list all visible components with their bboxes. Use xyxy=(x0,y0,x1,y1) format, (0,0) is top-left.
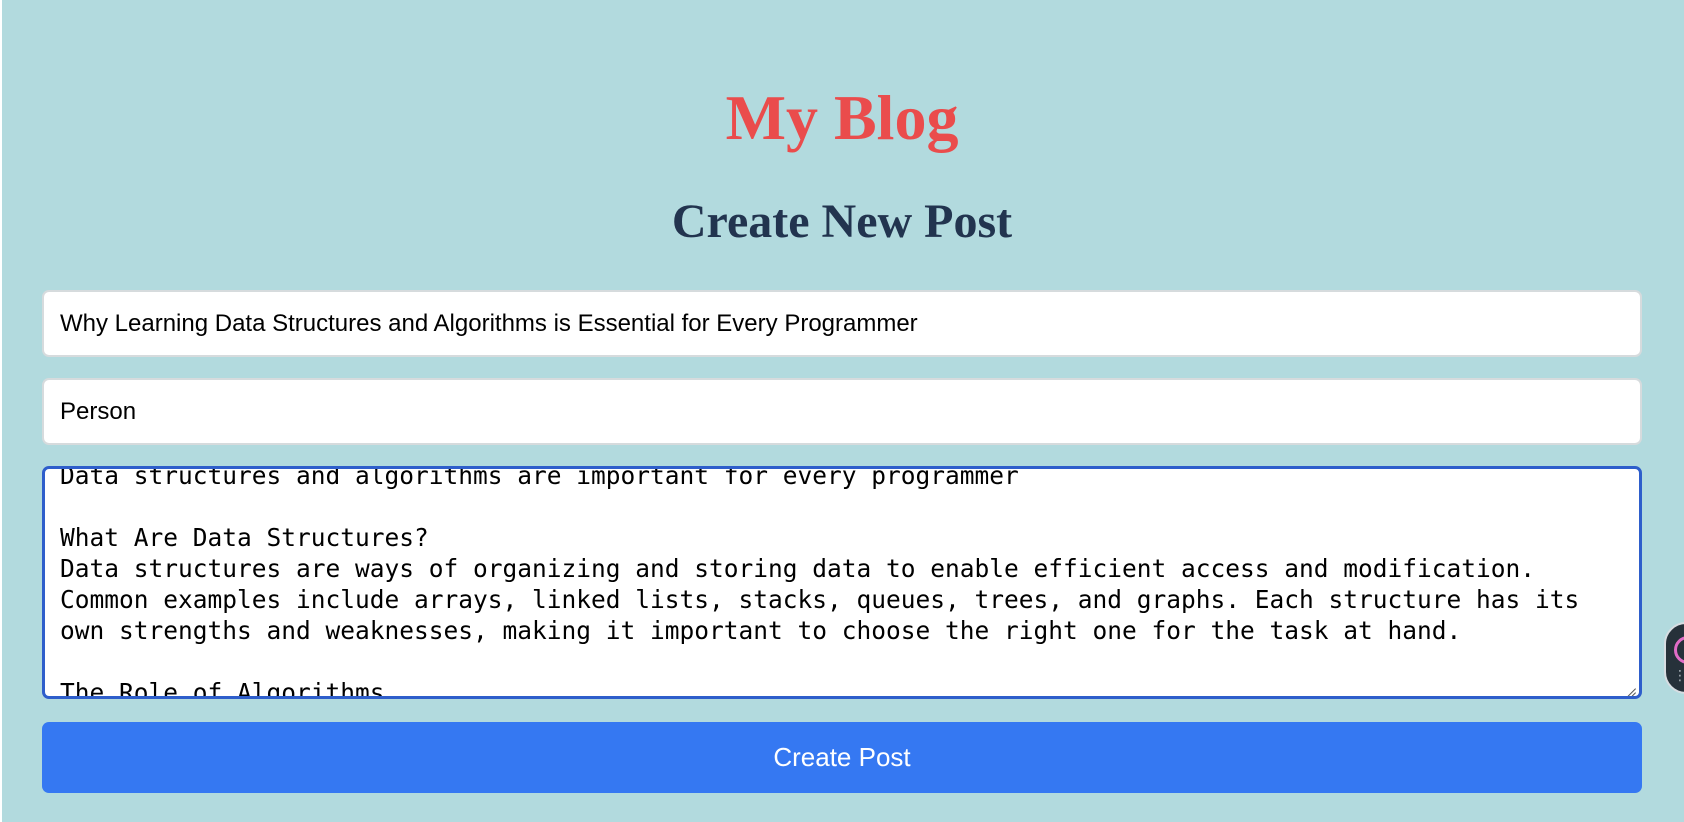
extension-launcher-icon xyxy=(1674,636,1684,664)
create-post-button[interactable]: Create Post xyxy=(42,722,1642,793)
post-content-text: Data structures and algorithms are impor… xyxy=(60,466,1580,699)
extension-launcher[interactable]: ⋮⋮ xyxy=(1664,622,1684,694)
window-left-edge xyxy=(0,0,2,822)
post-title-input[interactable] xyxy=(42,290,1642,357)
page-title: Create New Post xyxy=(671,195,1013,248)
grip-icon: ⋮⋮ xyxy=(1673,668,1684,684)
textarea-resize-handle[interactable] xyxy=(1623,680,1637,694)
author-input[interactable] xyxy=(42,378,1642,445)
blog-title: My Blog xyxy=(725,82,959,153)
post-content-textarea[interactable]: Data structures and algorithms are impor… xyxy=(42,466,1642,699)
